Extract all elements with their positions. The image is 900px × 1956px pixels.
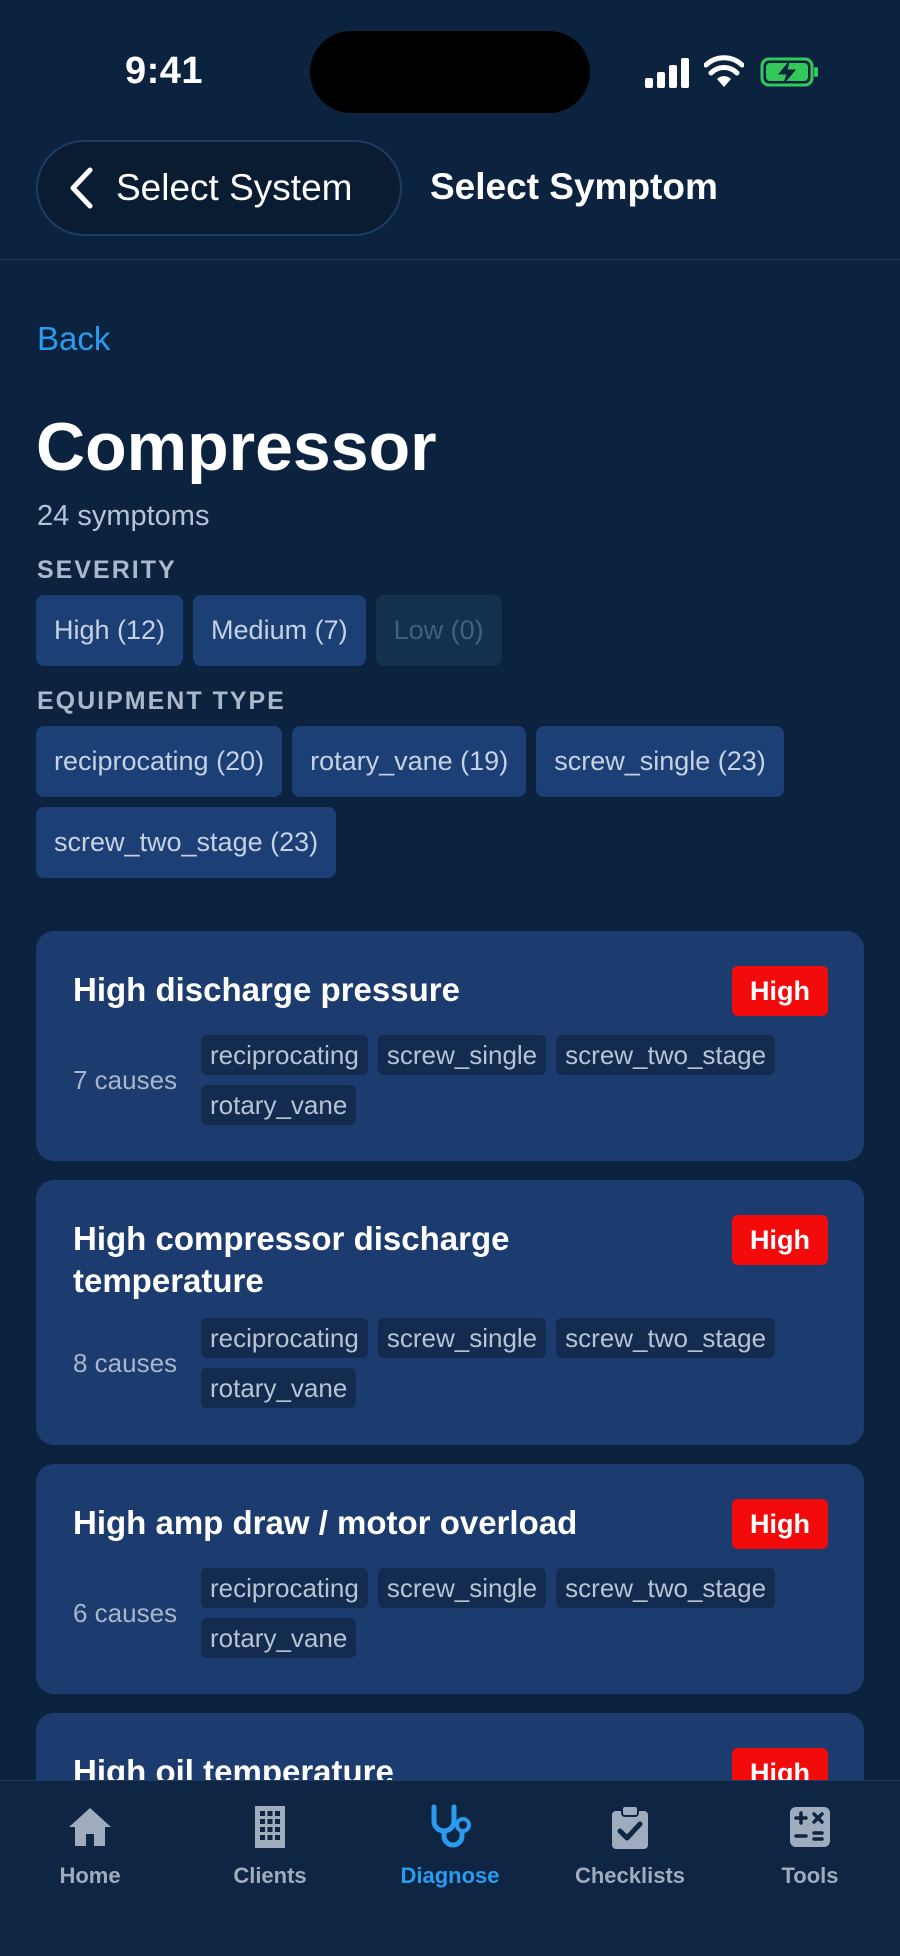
severity-badge: High xyxy=(732,966,828,1016)
tab-bar: Home Clients Diagnose Checklists Tools xyxy=(0,1780,900,1956)
tab-tools[interactable]: Tools xyxy=(720,1803,900,1889)
tab-home[interactable]: Home xyxy=(0,1803,180,1889)
severity-filter-low[interactable]: Low (0) xyxy=(375,595,502,666)
tab-label: Tools xyxy=(781,1863,839,1888)
symptom-count: 24 symptoms xyxy=(37,500,210,532)
symptom-meta: 6 causes reciprocating screw_single scre… xyxy=(73,1568,831,1658)
equipment-tag: screw_single xyxy=(377,1035,547,1075)
equipment-tag: screw_single xyxy=(377,1568,547,1608)
equipment-tags: reciprocating screw_single screw_two_sta… xyxy=(201,1568,831,1658)
equipment-filter-rotary-vane[interactable]: rotary_vane (19) xyxy=(292,726,527,797)
tab-clients[interactable]: Clients xyxy=(180,1803,360,1889)
equipment-tag: rotary_vane xyxy=(201,1618,357,1658)
equipment-tag: rotary_vane xyxy=(201,1368,357,1408)
symptom-meta: 8 causes reciprocating screw_single scre… xyxy=(73,1318,831,1408)
equipment-type-section-label: EQUIPMENT TYPE xyxy=(37,687,286,715)
equipment-tag: reciprocating xyxy=(201,1318,368,1358)
content-scroll-area[interactable]: Back Compressor 24 symptoms SEVERITY Hig… xyxy=(0,260,900,1780)
equipment-tag: screw_two_stage xyxy=(556,1568,776,1608)
tab-diagnose[interactable]: Diagnose xyxy=(360,1803,540,1889)
severity-filter-medium[interactable]: Medium (7) xyxy=(193,595,366,666)
chevron-left-icon xyxy=(70,167,93,209)
select-system-back-button[interactable]: Select System xyxy=(36,140,402,236)
equipment-tag: rotary_vane xyxy=(201,1085,357,1125)
back-button-label: Select System xyxy=(116,167,353,208)
equipment-tags: reciprocating screw_single screw_two_sta… xyxy=(201,1318,831,1408)
severity-badge: High xyxy=(732,1748,828,1780)
tab-checklists[interactable]: Checklists xyxy=(540,1803,720,1889)
equipment-filter-reciprocating[interactable]: reciprocating (20) xyxy=(36,726,283,797)
page-title: Compressor xyxy=(36,409,437,485)
symptom-card[interactable]: High compressor discharge temperature Hi… xyxy=(36,1180,864,1445)
house-icon xyxy=(69,1808,111,1846)
equipment-tags: reciprocating screw_single screw_two_sta… xyxy=(201,1035,831,1125)
cause-count: 6 causes xyxy=(73,1597,178,1628)
building-icon xyxy=(255,1806,285,1848)
screen: 9:41 Select System Select Symptom Back C… xyxy=(0,0,900,1956)
symptom-title: High amp draw / motor overload xyxy=(73,1504,578,1541)
battery-charging-icon xyxy=(760,57,818,87)
navigation-bar: Select System Select Symptom xyxy=(0,140,900,260)
severity-filter-row: High (12) Medium (7) Low (0) xyxy=(36,595,866,666)
symptom-title: High compressor discharge temperature xyxy=(73,1220,510,1299)
nav-title: Select Symptom xyxy=(430,166,718,207)
equipment-filter-screw-single[interactable]: screw_single (23) xyxy=(536,726,784,797)
symptom-title: High oil temperature xyxy=(73,1753,394,1780)
severity-filter-high[interactable]: High (12) xyxy=(36,595,184,666)
severity-badge: High xyxy=(732,1215,828,1265)
wifi-icon xyxy=(704,55,744,87)
cause-count: 7 causes xyxy=(73,1064,178,1095)
equipment-tag: screw_two_stage xyxy=(556,1318,776,1358)
severity-badge: High xyxy=(732,1499,828,1549)
severity-section-label: SEVERITY xyxy=(37,556,177,584)
tab-label: Clients xyxy=(233,1863,307,1888)
equipment-tag: reciprocating xyxy=(201,1568,368,1608)
symptom-card[interactable]: High oil temperature High xyxy=(36,1713,864,1780)
dynamic-island xyxy=(310,31,590,113)
equipment-tag: screw_two_stage xyxy=(556,1035,776,1075)
equipment-filter-screw-two-stage[interactable]: screw_two_stage (23) xyxy=(36,807,337,878)
tab-label: Diagnose xyxy=(400,1863,500,1888)
clipboard-check-icon xyxy=(612,1805,648,1849)
equipment-tag: screw_single xyxy=(377,1318,547,1358)
symptom-card[interactable]: High amp draw / motor overload High 6 ca… xyxy=(36,1464,864,1694)
stethoscope-icon xyxy=(431,1804,471,1848)
equipment-tag: reciprocating xyxy=(201,1035,368,1075)
calculator-icon xyxy=(790,1807,830,1847)
status-time: 9:41 xyxy=(125,50,204,92)
symptom-title: High discharge pressure xyxy=(73,971,460,1008)
tab-label: Home xyxy=(59,1863,121,1888)
cause-count: 8 causes xyxy=(73,1347,178,1378)
back-link[interactable]: Back xyxy=(37,320,110,358)
status-bar: 9:41 xyxy=(0,0,900,140)
cellular-signal-icon xyxy=(645,58,689,88)
symptom-meta: 7 causes reciprocating screw_single scre… xyxy=(73,1035,831,1125)
tab-label: Checklists xyxy=(574,1863,686,1888)
equipment-filter-row: reciprocating (20) rotary_vane (19) scre… xyxy=(36,726,866,878)
symptom-card[interactable]: High discharge pressure High 7 causes re… xyxy=(36,931,864,1161)
